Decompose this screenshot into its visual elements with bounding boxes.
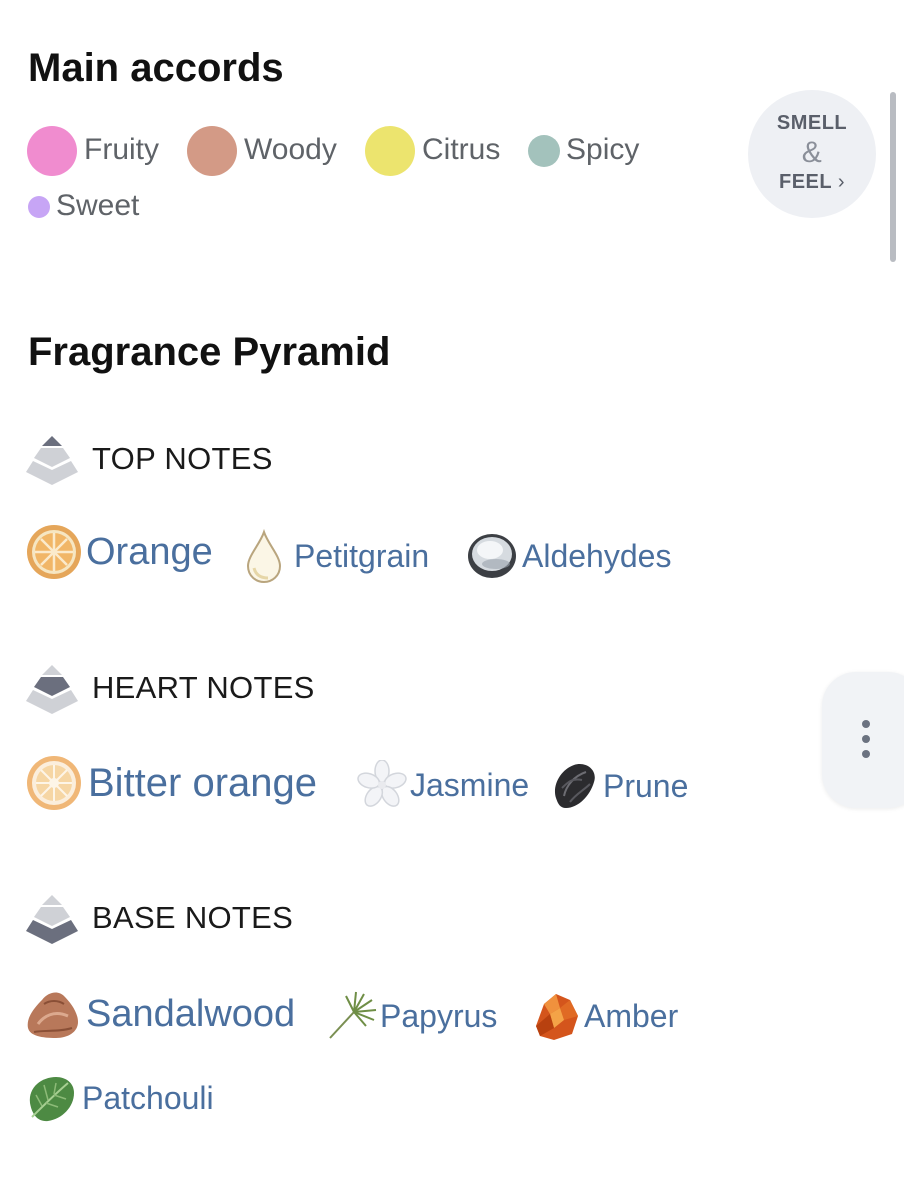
note-name-amber: Amber [584, 997, 679, 1034]
top-notes-label: TOP NOTES [92, 441, 273, 476]
fragrance-pyramid-title: Fragrance Pyramid [28, 330, 391, 374]
droplet-icon [246, 528, 282, 584]
pyramid-base-icon [26, 895, 78, 944]
note-petitgrain[interactable]: Petitgrain [244, 528, 429, 584]
citrus-swatch [365, 126, 415, 176]
amber-icon [536, 994, 578, 1040]
accord-label-woody: Woody [244, 133, 337, 166]
accord-label-citrus: Citrus [422, 133, 501, 166]
papyrus-icon [329, 991, 377, 1039]
note-name-sandalwood: Sandalwood [86, 992, 296, 1035]
woody-swatch [187, 126, 237, 176]
note-name-petitgrain: Petitgrain [294, 537, 430, 574]
note-patchouli[interactable]: Patchouli [26, 1073, 214, 1123]
smell-feel-line1: SMELL [776, 112, 848, 134]
note-prune[interactable]: Prune [548, 760, 688, 812]
note-sandalwood[interactable]: Sandalwood [24, 986, 295, 1042]
accord-label-fruity: Fruity [84, 133, 159, 166]
sweet-swatch [28, 196, 50, 218]
note-name-bitter-orange: Bitter orange [88, 760, 318, 805]
chevron-right-icon: › [837, 171, 845, 193]
aldehydes-droplet-icon [468, 534, 516, 578]
scrollbar-thumb[interactable] [890, 92, 896, 262]
note-orange[interactable]: Orange [26, 524, 213, 580]
note-bitter-orange[interactable]: Bitter orange [26, 755, 317, 811]
note-name-prune: Prune [603, 767, 689, 804]
bitter-orange-icon [27, 756, 81, 810]
accord-label-sweet: Sweet [56, 189, 140, 222]
spicy-swatch [528, 135, 560, 167]
note-papyrus[interactable]: Papyrus [326, 990, 497, 1042]
heart-notes-label: HEART NOTES [92, 670, 315, 705]
fruity-swatch [27, 126, 77, 176]
smell-feel-ampersand: & [801, 136, 823, 169]
note-name-papyrus: Papyrus [380, 997, 498, 1034]
jasmine-flower-icon [357, 760, 407, 807]
prune-icon [554, 764, 595, 808]
smell-feel-line2-row: FEEL › [748, 171, 876, 194]
main-accords-title: Main accords [28, 46, 284, 90]
note-name-orange: Orange [86, 530, 213, 573]
pyramid-top-icon [26, 436, 78, 485]
smell-and-feel-button[interactable]: SMELL & FEEL › [748, 90, 876, 218]
accord-label-spicy: Spicy [566, 133, 640, 166]
note-amber[interactable]: Amber [530, 990, 678, 1042]
orange-slice-icon [27, 525, 81, 579]
smell-feel-line2: FEEL [779, 171, 832, 193]
note-name-jasmine: Jasmine [410, 766, 530, 803]
note-aldehydes[interactable]: Aldehydes [466, 530, 671, 582]
pyramid-heart-icon [26, 665, 78, 714]
note-jasmine[interactable]: Jasmine [356, 760, 529, 810]
sandalwood-icon [27, 992, 79, 1038]
patchouli-leaf-icon [29, 1077, 74, 1122]
side-menu-tab[interactable] [822, 672, 904, 808]
base-notes-label: BASE NOTES [92, 900, 294, 935]
note-name-aldehydes: Aldehydes [522, 537, 672, 574]
note-name-patchouli: Patchouli [82, 1079, 214, 1116]
